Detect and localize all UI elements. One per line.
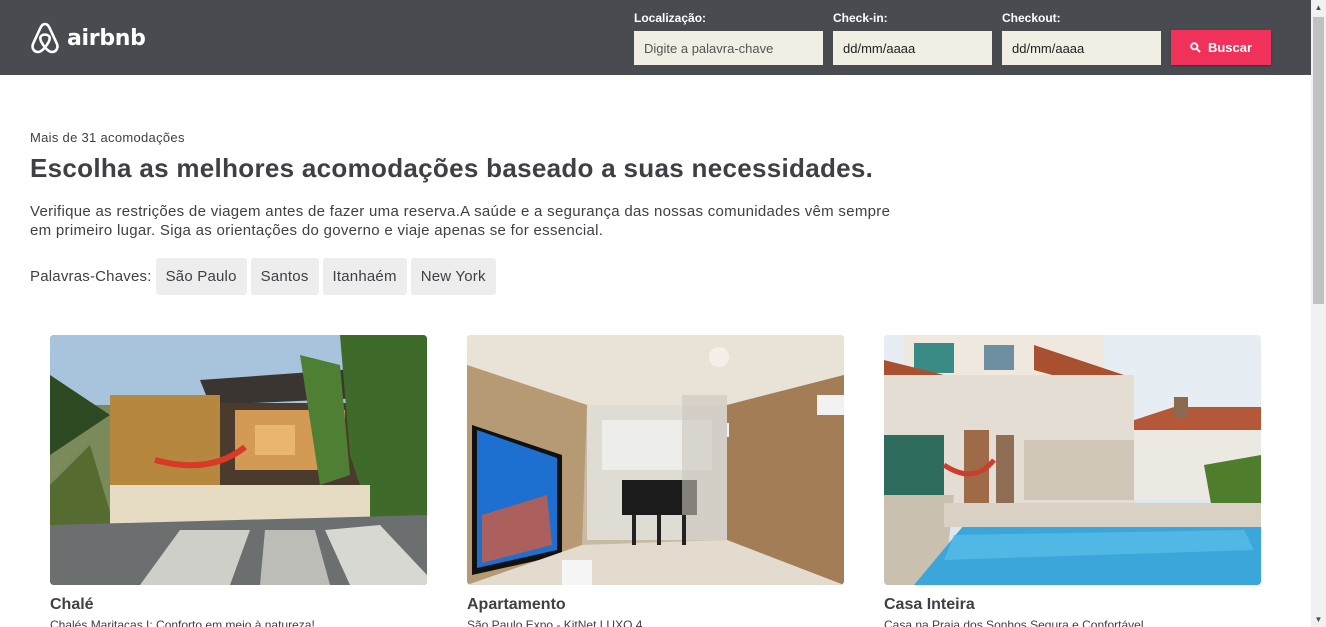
listing-photo[interactable] [50,335,427,585]
listing-type: Casa Inteira [884,596,975,613]
keywords-bar: Palavras-Chaves: São Paulo Santos Itanha… [30,258,500,295]
listing-photo[interactable] [884,335,1261,585]
location-field: Localização: [634,11,823,65]
location-label: Localização: [634,11,707,25]
search-button-label: Buscar [1207,40,1253,55]
listing-photo[interactable] [467,335,844,585]
location-input[interactable] [634,31,823,65]
search-icon [1190,42,1201,53]
listing-card[interactable]: Apartamento São Paulo Expo - KitNet LUXO… [467,335,844,627]
scroll-down-arrow-icon[interactable]: ▼ [1311,612,1326,627]
travel-notice: Verifique as restrições de viagem antes … [30,203,891,239]
listing-type: Apartamento [467,596,566,613]
checkin-field: Check-in: [833,11,992,65]
keywords-label: Palavras-Chaves: [30,268,152,285]
listing-title[interactable]: São Paulo Expo - KitNet LUXO 4 [467,618,844,627]
listing-card[interactable]: Casa Inteira Casa na Praia dos Sonhos Se… [884,335,1261,627]
top-navbar: airbnb Localização: Check-in: Checkout: … [0,0,1311,75]
page-title: Escolha as melhores acomodações baseado … [30,153,874,183]
page-scrollbar[interactable]: ▲ ▼ [1311,0,1326,627]
results-count: Mais de 31 acomodações [30,130,185,145]
listing-type: Chalé [50,596,94,613]
checkin-label: Check-in: [833,11,888,25]
listing-card[interactable]: Chalé Chalés Maritacas I: Conforto em me… [50,335,427,627]
checkout-field: Checkout: [1002,11,1161,65]
search-button[interactable]: Buscar [1171,30,1271,65]
checkout-label: Checkout: [1002,11,1061,25]
keyword-chip[interactable]: New York [410,258,496,295]
brand-name: airbnb [67,25,146,51]
brand-logo[interactable]: airbnb [29,21,146,55]
scroll-up-arrow-icon[interactable]: ▲ [1311,0,1326,15]
checkin-input[interactable] [833,31,992,65]
listing-title[interactable]: Casa na Praia dos Sonhos Segura e Confor… [884,618,1261,627]
checkout-input[interactable] [1002,31,1161,65]
scrollbar-thumb[interactable] [1313,17,1324,304]
keyword-chip[interactable]: São Paulo [155,258,247,295]
airbnb-belo-icon [31,22,59,54]
keyword-chip[interactable]: Santos [250,258,319,295]
keyword-chip[interactable]: Itanhaém [322,258,407,295]
listing-title[interactable]: Chalés Maritacas I: Conforto em meio à n… [50,618,427,627]
